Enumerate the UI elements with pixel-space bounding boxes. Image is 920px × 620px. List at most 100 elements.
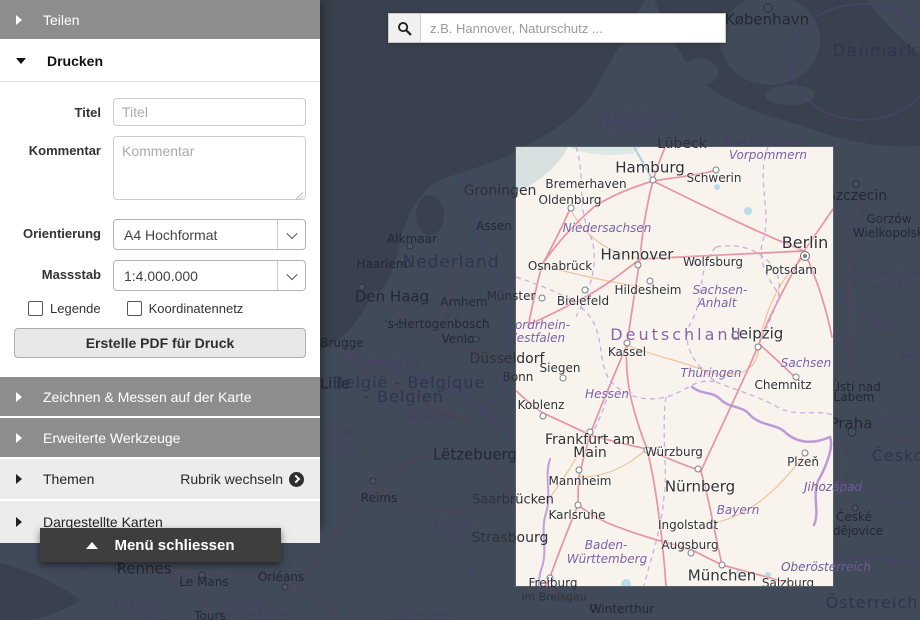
orientierung-select[interactable]: A4 Hochformat	[113, 219, 306, 250]
orientierung-value: A4 Hochformat	[114, 220, 277, 249]
map-label: Arnhem	[440, 296, 487, 308]
sidebar-menu: Teilen Drucken Titel Kommentar Orientier…	[0, 0, 320, 527]
resize-grip-icon[interactable]	[295, 192, 303, 200]
print-form: Titel Kommentar Orientierung A4 Hochform…	[0, 82, 320, 377]
kommentar-textarea[interactable]	[113, 136, 306, 200]
map-label: Augsburg	[661, 539, 718, 551]
map-label: Siegen	[540, 362, 581, 374]
map-label: la-Loire	[121, 609, 166, 620]
map-label: Niedersachsen	[563, 222, 652, 234]
titel-label: Titel	[0, 98, 113, 126]
map-label: Plzeň	[787, 456, 819, 468]
chevron-up-icon	[86, 542, 98, 549]
map-label: Winterthur	[590, 603, 654, 615]
panel-label: Zeichnen & Messen auf der Karte	[43, 389, 252, 405]
panel-label: Themen	[43, 471, 94, 487]
koordinatennetz-checkbox[interactable]: Koordinatennetz	[127, 301, 244, 316]
map-label: Gorzów	[866, 213, 911, 225]
map-label: Karlsruhe	[548, 509, 605, 521]
map-city-marker	[582, 287, 589, 294]
map-label: Würzburg	[645, 446, 703, 458]
massstab-select[interactable]: 1:4.000.000	[113, 260, 306, 291]
search-icon[interactable]	[389, 14, 421, 42]
map-label: Venlo	[442, 333, 475, 345]
chevron-down-icon	[277, 220, 305, 249]
map-city-marker	[547, 575, 554, 582]
map-label: Bremerhaven	[545, 178, 626, 190]
map-label: Oldenburg	[539, 194, 602, 206]
map-city-marker	[576, 467, 583, 474]
panel-label: Erweiterte Werkzeuge	[43, 430, 180, 446]
chevron-right-icon	[16, 517, 22, 527]
search-input[interactable]	[421, 14, 725, 42]
map-label: Berlin	[782, 235, 828, 251]
map-label: Osnabrück	[528, 260, 592, 272]
map-label: Schwerin	[687, 172, 742, 184]
map-label: Koblenz	[518, 399, 565, 411]
map-label: Österreich	[826, 595, 919, 611]
map-label: Nürnberg	[665, 480, 735, 495]
close-menu-button[interactable]: Menü schliessen	[40, 528, 281, 562]
map-label: Hildesheim	[615, 284, 682, 296]
search-bar	[388, 13, 726, 43]
close-menu-label: Menü schliessen	[114, 537, 234, 554]
chevron-right-icon	[16, 15, 22, 25]
map-label: Szczecin	[827, 189, 887, 203]
create-pdf-button[interactable]: Erstelle PDF für Druck	[14, 328, 306, 358]
map-label: Assen	[476, 220, 512, 232]
map-city-marker	[560, 375, 567, 382]
map-city-marker	[540, 413, 547, 420]
map-city-marker	[800, 251, 810, 261]
map-label: Wielkopolski	[853, 227, 920, 239]
map-label: Danmark	[832, 44, 917, 61]
map-label: Grand-	[434, 517, 475, 529]
legende-label: Legende	[50, 301, 101, 316]
map-city-marker	[695, 466, 702, 473]
map-label: Sachsen-	[693, 284, 748, 296]
map-city-marker	[282, 584, 289, 591]
rubrik-wechseln-link[interactable]: Rubrik wechseln	[180, 471, 304, 487]
map-label: Praha	[830, 417, 873, 432]
arrow-right-circle-icon	[289, 472, 304, 487]
checkbox-icon	[127, 301, 142, 316]
kommentar-label: Kommentar	[0, 136, 113, 205]
panel-header-teilen[interactable]: Teilen	[0, 0, 320, 39]
rubrik-wechseln-label: Rubrik wechseln	[180, 471, 283, 487]
map-city-marker	[539, 295, 546, 302]
map-label: Wolfsburg	[683, 256, 743, 268]
map-label: Tours	[194, 610, 225, 620]
map-city-marker	[650, 177, 657, 184]
map-label: Labem	[834, 391, 875, 403]
panel-header-themen[interactable]: Themen Rubrik wechseln	[0, 459, 320, 499]
map-label: Lëtzebuerg	[433, 448, 517, 463]
map-label: Deutschland	[610, 327, 743, 343]
legende-checkbox[interactable]: Legende	[28, 301, 101, 316]
massstab-value: 1:4.000.000	[114, 261, 277, 290]
map-label: lubuskie	[868, 280, 914, 291]
map-label: 's-Hertogenbosch	[384, 318, 489, 330]
map-label: Alkmaar	[387, 233, 437, 245]
map-label: Salzburg	[762, 577, 814, 586]
map-label: Westfalen	[516, 332, 565, 344]
map-label: Chemnitz	[755, 379, 812, 391]
map-label: Ingolstadt	[658, 519, 718, 531]
panel-header-zeichnen[interactable]: Zeichnen & Messen auf der Karte	[0, 377, 320, 416]
checkbox-icon	[28, 301, 43, 316]
map-label: Le Mans	[179, 576, 228, 588]
chevron-right-icon	[16, 433, 22, 443]
map-label: Mannheim	[549, 475, 612, 487]
titel-input[interactable]	[113, 98, 306, 126]
map-label: Main	[573, 446, 606, 460]
map-label: Haarlem	[356, 258, 407, 270]
map-label: Sachsen	[781, 357, 831, 369]
map-label: Bayern	[717, 504, 760, 516]
map-label: Vlaanderen	[351, 356, 420, 368]
massstab-label: Massstab	[0, 260, 113, 291]
map-label: woj.	[901, 351, 920, 362]
panel-header-drucken[interactable]: Drucken	[0, 41, 320, 82]
print-preview-extent[interactable]: HamburgSchwerinBremerhavenOldenburgBerli…	[516, 147, 833, 586]
map-label: Česko	[872, 448, 920, 464]
map-label: Anhalt	[698, 297, 737, 309]
map-label: Baden-	[585, 539, 628, 551]
panel-header-erweitert[interactable]: Erweiterte Werkzeuge	[0, 418, 320, 457]
